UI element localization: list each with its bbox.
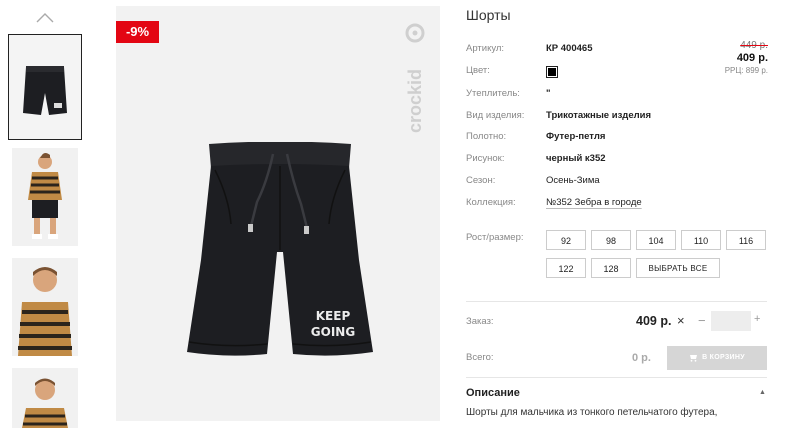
order-price: 409 р. bbox=[636, 314, 672, 328]
pattern-value: черный к352 bbox=[546, 153, 606, 164]
order-label: Заказ: bbox=[466, 316, 494, 327]
total-price: 0 р. bbox=[632, 352, 651, 364]
description-title: Описание bbox=[466, 387, 520, 399]
total-label: Всего: bbox=[466, 352, 494, 363]
decrease-quantity-button[interactable]: − bbox=[698, 313, 706, 328]
old-price: 449 р. bbox=[740, 40, 768, 51]
fabric-value: Футер-петля bbox=[546, 131, 606, 142]
article-value: КР 400465 bbox=[546, 43, 593, 54]
size-option-104[interactable]: 104 bbox=[636, 230, 676, 250]
increase-quantity-button[interactable]: + bbox=[754, 313, 760, 325]
chevron-up-icon[interactable] bbox=[36, 11, 54, 23]
size-option-116[interactable]: 116 bbox=[726, 230, 766, 250]
thumbnail-strip bbox=[0, 0, 90, 428]
cart-button-label: В КОРЗИНУ bbox=[702, 354, 745, 361]
size-option-92[interactable]: 92 bbox=[546, 230, 586, 250]
brand-logo: crockid bbox=[405, 23, 425, 133]
product-title: Шорты bbox=[466, 7, 511, 23]
rrp-price: РРЦ: 899 р. bbox=[724, 66, 768, 75]
size-option-128[interactable]: 128 bbox=[591, 258, 631, 278]
size-option-122[interactable]: 122 bbox=[546, 258, 586, 278]
add-to-cart-button[interactable]: В КОРЗИНУ bbox=[667, 346, 767, 370]
discount-badge: -9% bbox=[116, 21, 159, 43]
current-price: 409 р. bbox=[736, 52, 768, 64]
thumbnail-2[interactable] bbox=[12, 148, 78, 246]
insulation-label: Утеплитель: bbox=[466, 88, 520, 99]
description-text: Шорты для мальчика из тонкого петельчато… bbox=[466, 407, 718, 418]
boy-photo-thumbnail bbox=[12, 368, 78, 428]
svg-text:KEEP: KEEP bbox=[316, 309, 351, 323]
shorts-thumbnail-image bbox=[9, 35, 81, 139]
divider bbox=[466, 301, 767, 302]
season-label: Сезон: bbox=[466, 175, 496, 186]
boy-portrait-thumbnail bbox=[12, 258, 78, 356]
collapse-arrow-icon[interactable]: ▲ bbox=[759, 389, 766, 396]
quantity-input[interactable] bbox=[711, 311, 751, 331]
boy-photo-thumbnail bbox=[12, 148, 78, 246]
cart-icon bbox=[690, 354, 698, 362]
thumbnail-3[interactable] bbox=[12, 258, 78, 356]
article-label: Артикул: bbox=[466, 43, 505, 54]
product-type-value: Трикотажные изделия bbox=[546, 110, 652, 121]
divider bbox=[466, 377, 767, 378]
clear-quantity-icon[interactable]: × bbox=[677, 313, 685, 328]
insulation-value: " bbox=[546, 88, 551, 99]
shorts-image: KEEP GOING bbox=[187, 142, 373, 356]
pattern-label: Рисунок: bbox=[466, 153, 505, 164]
size-option-98[interactable]: 98 bbox=[591, 230, 631, 250]
collection-label: Коллекция: bbox=[466, 197, 516, 208]
collection-link[interactable]: №352 Зебра в городе bbox=[546, 197, 642, 208]
color-label: Цвет: bbox=[466, 65, 490, 76]
color-swatch bbox=[546, 66, 558, 78]
fabric-label: Полотно: bbox=[466, 131, 507, 142]
svg-text:GOING: GOING bbox=[311, 325, 355, 339]
product-type-label: Вид изделия: bbox=[466, 110, 525, 121]
thumbnail-1[interactable] bbox=[8, 34, 82, 140]
season-value: Осень-Зима bbox=[546, 175, 600, 186]
svg-text:crockid: crockid bbox=[405, 69, 425, 133]
size-option-110[interactable]: 110 bbox=[681, 230, 721, 250]
thumbnail-4[interactable] bbox=[12, 368, 78, 428]
size-label: Рост/размер: bbox=[466, 232, 524, 243]
select-all-sizes-button[interactable]: ВЫБРАТЬ ВСЕ bbox=[636, 258, 720, 278]
